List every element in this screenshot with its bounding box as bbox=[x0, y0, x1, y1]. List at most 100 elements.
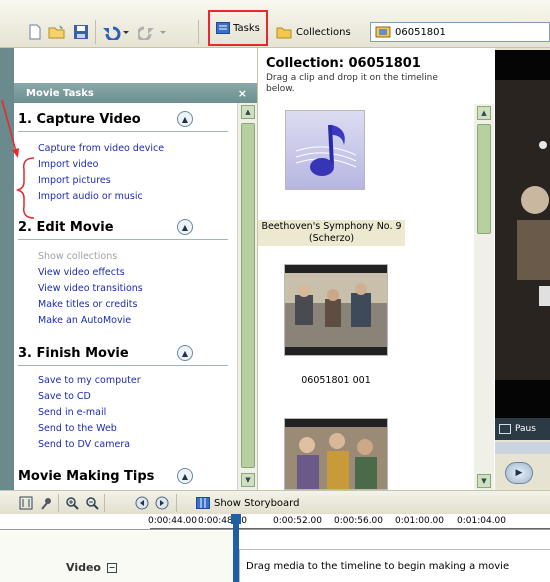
show-storyboard-button[interactable]: Show Storyboard bbox=[196, 495, 299, 511]
timeline-ruler[interactable]: 0:00:44.00 0:00:48.00 0:00:52.00 0:00:56… bbox=[0, 514, 550, 530]
rewind-glyph bbox=[135, 496, 149, 510]
link-send-dv-camera[interactable]: Send to DV camera bbox=[38, 439, 130, 450]
collapse-finish-movie-icon[interactable]: ▲ bbox=[177, 345, 193, 361]
zoom-out-icon[interactable] bbox=[84, 495, 100, 511]
collapse-edit-movie-icon[interactable]: ▲ bbox=[177, 219, 193, 235]
open-project-button[interactable] bbox=[47, 22, 67, 42]
collections-label: Collections bbox=[296, 26, 351, 38]
task-pane-scrollbar[interactable]: ▲ ▼ bbox=[237, 103, 257, 490]
toolbar-separator bbox=[58, 494, 59, 512]
link-save-to-computer[interactable]: Save to my computer bbox=[38, 375, 141, 386]
save-icon bbox=[74, 25, 88, 39]
scroll-thumb[interactable] bbox=[477, 124, 491, 234]
expand-video-track-icon[interactable]: − bbox=[106, 562, 117, 573]
movie-tasks-pane: Movie Tasks × 1. Capture Video ▲ Capture… bbox=[0, 48, 257, 490]
collections-folder-icon bbox=[276, 27, 292, 39]
play-glyph bbox=[155, 496, 169, 510]
section-finish-movie[interactable]: 3. Finish Movie bbox=[18, 342, 198, 364]
zoom-in-icon[interactable] bbox=[64, 495, 80, 511]
new-project-button[interactable] bbox=[26, 22, 44, 42]
monitor-icon bbox=[499, 424, 511, 434]
audio-levels-icon bbox=[19, 496, 33, 510]
ruler-tick: 0:00:56.00 bbox=[334, 516, 384, 526]
collection-scrollbar[interactable]: ▲ ▼ bbox=[474, 104, 494, 490]
link-capture-from-device[interactable]: Capture from video device bbox=[38, 143, 164, 154]
preview-screen bbox=[495, 50, 550, 418]
show-storyboard-label: Show Storyboard bbox=[214, 497, 300, 509]
collapse-capture-video-icon[interactable]: ▲ bbox=[177, 111, 193, 127]
section-divider bbox=[18, 239, 228, 240]
toolbar-separator bbox=[104, 494, 105, 512]
undo-icon bbox=[103, 26, 129, 40]
folder-open-icon bbox=[48, 25, 65, 39]
collapse-tips-icon[interactable]: ▲ bbox=[177, 468, 193, 484]
link-save-to-cd[interactable]: Save to CD bbox=[38, 391, 91, 402]
link-view-video-transitions[interactable]: View video transitions bbox=[38, 283, 143, 294]
close-icon[interactable]: × bbox=[238, 87, 247, 100]
section-divider bbox=[18, 365, 228, 366]
scroll-down-icon[interactable]: ▼ bbox=[477, 474, 491, 488]
preview-monitor: Paus ▶ bbox=[495, 48, 550, 490]
link-import-audio[interactable]: Import audio or music bbox=[38, 191, 143, 202]
clip-video-thumbnail[interactable] bbox=[284, 264, 388, 356]
collection-value: 06051801 bbox=[395, 26, 446, 38]
section-divider bbox=[18, 131, 228, 132]
section-edit-movie[interactable]: 2. Edit Movie bbox=[18, 216, 198, 238]
clip-video-label[interactable]: 06051801 001 bbox=[284, 375, 388, 386]
preview-frame-icon bbox=[495, 80, 550, 380]
music-note-icon bbox=[295, 124, 357, 176]
zoom-out-glyph bbox=[86, 497, 99, 510]
redo-button[interactable] bbox=[137, 22, 169, 42]
rewind-icon[interactable] bbox=[134, 495, 150, 511]
clip-audio-thumbnail[interactable] bbox=[285, 110, 365, 190]
movie-tasks-header: Movie Tasks × bbox=[14, 83, 257, 103]
scroll-down-icon[interactable]: ▼ bbox=[241, 473, 255, 487]
playhead-indicator[interactable] bbox=[233, 514, 239, 582]
link-send-email[interactable]: Send in e-mail bbox=[38, 407, 106, 418]
tasks-button[interactable]: Tasks bbox=[208, 10, 268, 46]
tasks-label: Tasks bbox=[233, 22, 260, 34]
collection-hint: Drag a clip and drop it on the timeline … bbox=[266, 73, 438, 94]
timeline-tracks: Video − Drag media to the timeline to be… bbox=[0, 531, 550, 582]
save-project-button[interactable] bbox=[71, 22, 91, 42]
collection-icon bbox=[375, 26, 391, 38]
play-button[interactable]: ▶ bbox=[505, 462, 533, 484]
scroll-up-icon[interactable]: ▲ bbox=[477, 106, 491, 120]
movie-tasks-title: Movie Tasks bbox=[26, 87, 94, 99]
link-make-titles[interactable]: Make titles or credits bbox=[38, 299, 137, 310]
link-import-video[interactable]: Import video bbox=[38, 159, 99, 170]
link-send-web[interactable]: Send to the Web bbox=[38, 423, 117, 434]
ruler-baseline bbox=[150, 528, 550, 529]
link-show-collections: Show collections bbox=[38, 251, 118, 262]
scroll-thumb[interactable] bbox=[241, 123, 255, 468]
link-import-pictures[interactable]: Import pictures bbox=[38, 175, 111, 186]
new-file-icon bbox=[29, 24, 41, 40]
tasks-icon bbox=[216, 22, 231, 34]
preview-seek-bar[interactable] bbox=[495, 442, 550, 454]
ruler-tick: 0:01:04.00 bbox=[457, 516, 507, 526]
collections-button[interactable]: Collections bbox=[276, 22, 351, 42]
microphone-icon bbox=[41, 498, 51, 510]
video-frame-icon bbox=[285, 265, 387, 355]
undo-button[interactable] bbox=[100, 22, 132, 42]
set-audio-levels-icon[interactable] bbox=[18, 495, 34, 511]
play-icon: ▶ bbox=[515, 468, 523, 478]
narrate-timeline-icon[interactable] bbox=[38, 495, 54, 511]
link-make-automovie[interactable]: Make an AutoMovie bbox=[38, 315, 131, 326]
ruler-tick: 0:00:44.00 bbox=[148, 516, 198, 526]
scroll-up-icon[interactable]: ▲ bbox=[241, 105, 255, 119]
clip-audio-label[interactable]: Beethoven's Symphony No. 9 (Scherzo) bbox=[258, 220, 405, 246]
collection-panel: Collection: 06051801 Drag a clip and dro… bbox=[257, 48, 495, 490]
redo-icon bbox=[138, 26, 166, 40]
collection-dropdown[interactable]: 06051801 bbox=[370, 22, 550, 42]
toolbar-separator bbox=[198, 20, 199, 44]
timeline-empty-message: Drag media to the timeline to begin maki… bbox=[246, 561, 510, 572]
clip-video-thumbnail[interactable] bbox=[284, 418, 388, 490]
storyboard-icon bbox=[196, 497, 210, 509]
ruler-tick: 0:00:52.00 bbox=[273, 516, 323, 526]
toolbar: Tasks Collections 06051801 bbox=[0, 0, 550, 48]
section-capture-video[interactable]: 1. Capture Video bbox=[18, 108, 198, 130]
collection-title: Collection: 06051801 bbox=[266, 56, 421, 71]
link-view-video-effects[interactable]: View video effects bbox=[38, 267, 125, 278]
play-timeline-icon[interactable] bbox=[154, 495, 170, 511]
